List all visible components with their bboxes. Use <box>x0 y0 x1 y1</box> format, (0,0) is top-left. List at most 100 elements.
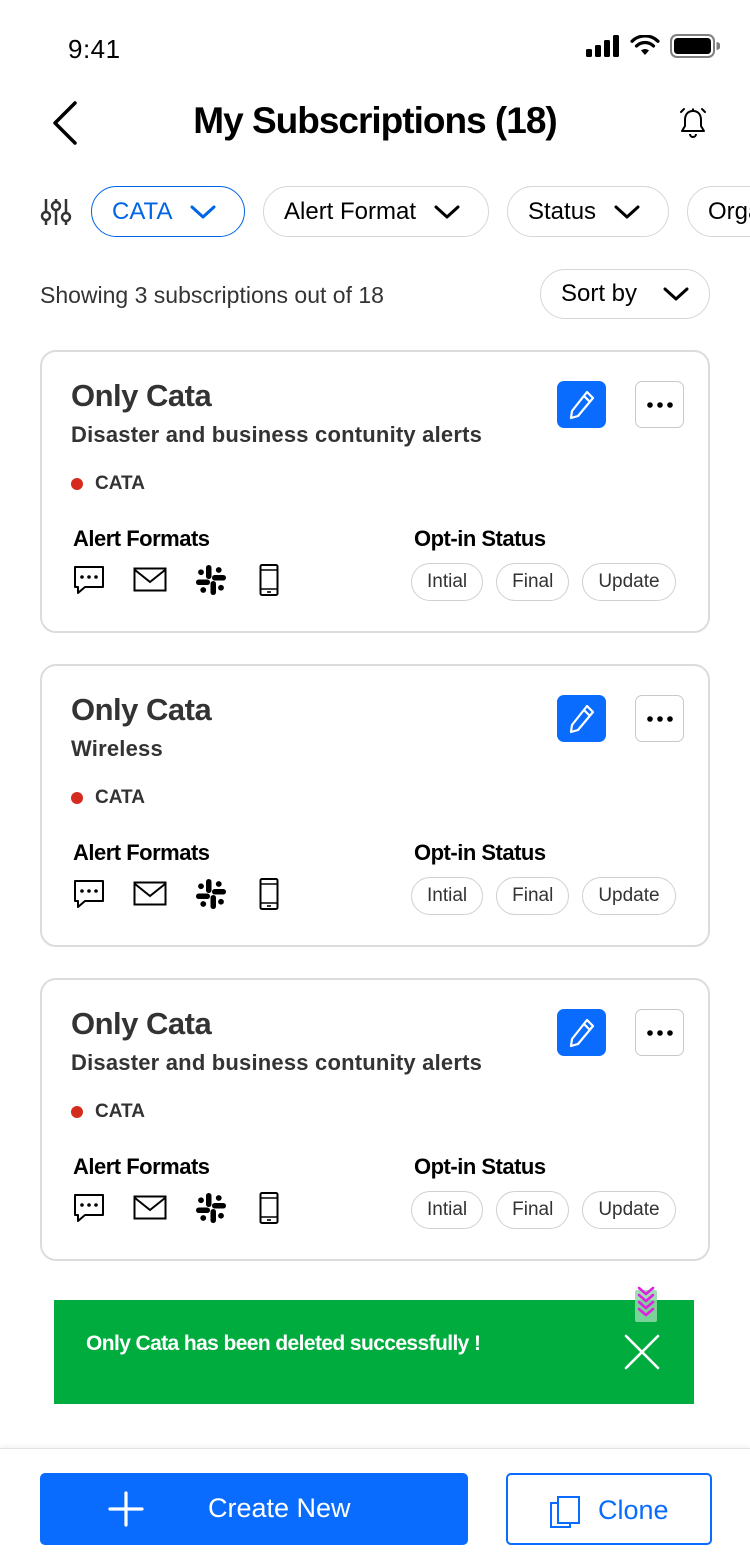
optin-status-label: Opt-in Status <box>414 1154 546 1179</box>
email-icon <box>133 877 167 911</box>
results-count: Showing 3 subscriptions out of 18 <box>40 282 384 308</box>
filter-chip-label: Alert Format <box>284 197 417 225</box>
mobile-icon <box>259 877 279 911</box>
optin-status-pill: Final <box>496 563 570 601</box>
card-title: Only Cata <box>71 1006 212 1041</box>
page-title: My Subscriptions (18) <box>193 100 557 141</box>
optin-status-label: Opt-in Status <box>414 526 546 551</box>
more-options-button[interactable] <box>635 695 684 742</box>
ellipsis-icon <box>646 715 673 722</box>
edit-button[interactable] <box>557 381 606 428</box>
more-options-button[interactable] <box>635 1009 684 1056</box>
card-title: Only Cata <box>71 692 212 727</box>
ellipsis-icon <box>646 1029 673 1036</box>
slack-icon <box>194 563 228 597</box>
bottom-action-bar: Create New Clone <box>0 1448 750 1568</box>
optin-status-pill: Update <box>582 1191 676 1229</box>
chevron-down-icon <box>614 204 640 220</box>
card-subtitle: Wireless <box>71 736 163 761</box>
status-dot <box>71 1106 83 1118</box>
more-options-button[interactable] <box>635 381 684 428</box>
filter-sliders-icon[interactable] <box>40 196 72 228</box>
slack-icon <box>194 1191 228 1225</box>
alert-format-icons <box>73 877 279 911</box>
optin-status-pill: Update <box>582 563 676 601</box>
optin-status-pill: Intial <box>411 877 484 915</box>
clone-label: Clone <box>598 1495 669 1525</box>
copy-icon <box>550 1496 580 1528</box>
filter-chip-label: Status <box>528 197 597 225</box>
clone-button[interactable]: Clone <box>506 1473 712 1545</box>
battery-icon <box>670 34 720 58</box>
category-tag-label: CATA <box>95 473 145 494</box>
optin-status-pill: Final <box>496 1191 570 1229</box>
category-tag-label: CATA <box>95 1101 145 1122</box>
subscription-card[interactable]: Only Cata Wireless CATA Alert Formats Op… <box>40 664 710 947</box>
subscription-card[interactable]: Only Cata Disaster and business contunit… <box>40 978 710 1261</box>
chevrons-down-icon <box>635 1286 657 1322</box>
card-subtitle: Disaster and business contunity alerts <box>71 422 483 447</box>
bell-icon <box>680 108 706 138</box>
slack-icon <box>194 877 228 911</box>
optin-status-pill: Update <box>582 877 676 915</box>
pencil-icon <box>569 704 594 733</box>
header: My Subscriptions (18) <box>0 90 750 160</box>
create-new-label: Create New <box>208 1493 351 1523</box>
mobile-icon <box>259 563 279 597</box>
optin-status-pills: Intial Final Update <box>411 877 676 915</box>
plus-icon <box>108 1491 144 1527</box>
chevron-down-icon <box>663 287 689 301</box>
filter-bar: CATA Alert Format Status Orga <box>0 186 750 238</box>
success-toast: Only Cata has been deleted successfully … <box>54 1286 694 1404</box>
status-dot <box>71 792 83 804</box>
pencil-icon <box>569 1018 594 1047</box>
category-tag: CATA <box>71 787 145 809</box>
filter-chip-organization[interactable]: Orga <box>687 186 750 237</box>
optin-status-pills: Intial Final Update <box>411 1191 676 1229</box>
alert-formats-label: Alert Formats <box>73 1154 210 1179</box>
ellipsis-icon <box>646 401 673 408</box>
wifi-icon <box>630 35 660 55</box>
chevron-down-icon <box>434 204 460 220</box>
chevron-down-icon <box>190 204 216 220</box>
optin-status-pills: Intial Final Update <box>411 563 676 601</box>
category-tag: CATA <box>71 473 145 495</box>
mobile-icon <box>259 1191 279 1225</box>
category-tag: CATA <box>71 1101 145 1123</box>
status-icons <box>586 34 720 58</box>
alert-format-icons <box>73 563 279 597</box>
status-bar: 9:41 <box>0 0 750 90</box>
status-time: 9:41 <box>68 34 121 64</box>
filter-chip-label: CATA <box>112 197 173 225</box>
filter-chip-status[interactable]: Status <box>507 186 669 237</box>
optin-status-pill: Final <box>496 877 570 915</box>
sort-dropdown[interactable]: Sort by <box>540 269 710 319</box>
toast-message: Only Cata has been deleted successfully … <box>86 1332 481 1355</box>
pencil-icon <box>569 390 594 419</box>
notifications-button[interactable] <box>674 104 712 142</box>
category-tag-label: CATA <box>95 787 145 808</box>
filter-chip-label: Orga <box>708 197 750 225</box>
filter-chip-alert-format[interactable]: Alert Format <box>263 186 489 237</box>
card-title: Only Cata <box>71 378 212 413</box>
optin-status-pill: Intial <box>411 563 484 601</box>
optin-status-pill: Intial <box>411 1191 484 1229</box>
filter-chip-cata[interactable]: CATA <box>91 186 245 237</box>
signal-icon <box>586 35 619 57</box>
alert-formats-label: Alert Formats <box>73 840 210 865</box>
alert-formats-label: Alert Formats <box>73 526 210 551</box>
sms-icon <box>73 563 105 597</box>
create-new-button[interactable]: Create New <box>40 1473 468 1545</box>
optin-status-label: Opt-in Status <box>414 840 546 865</box>
card-subtitle: Disaster and business contunity alerts <box>71 1050 483 1075</box>
close-icon[interactable] <box>624 1334 660 1370</box>
sort-label: Sort by <box>561 280 638 307</box>
email-icon <box>133 563 167 597</box>
status-dot <box>71 478 83 490</box>
sms-icon <box>73 1191 105 1225</box>
alert-format-icons <box>73 1191 279 1225</box>
subscription-card[interactable]: Only Cata Disaster and business contunit… <box>40 350 710 633</box>
edit-button[interactable] <box>557 695 606 742</box>
edit-button[interactable] <box>557 1009 606 1056</box>
email-icon <box>133 1191 167 1225</box>
